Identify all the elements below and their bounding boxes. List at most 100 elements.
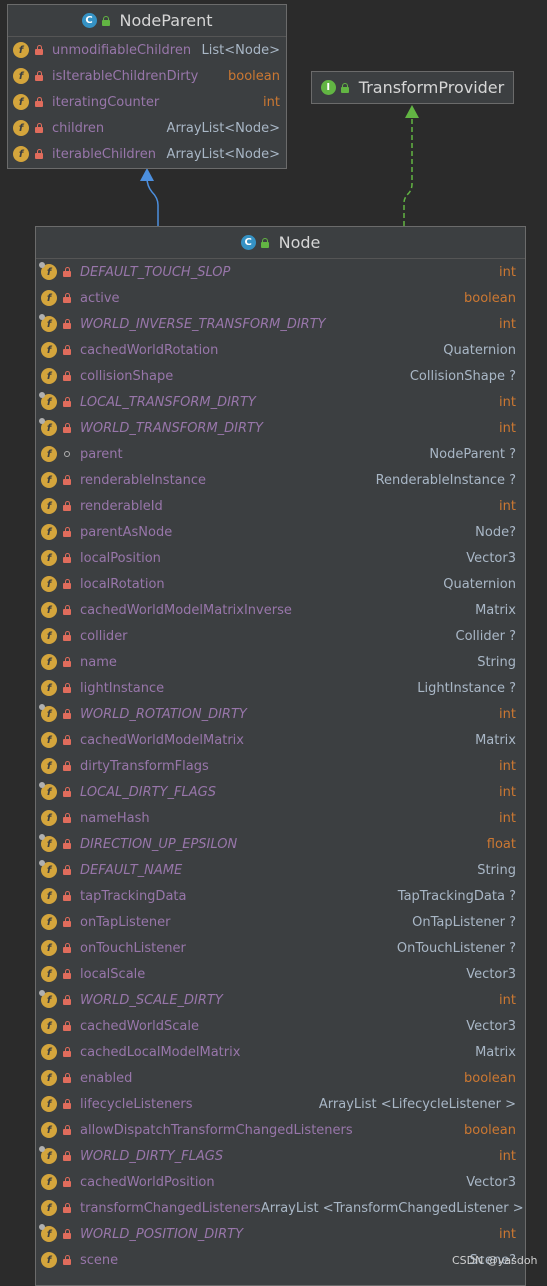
- field-name: allowDispatchTransformChangedListeners: [80, 1122, 353, 1138]
- public-visibility-icon: [340, 82, 349, 93]
- field-row[interactable]: f localScale Vector3: [41, 961, 516, 987]
- field-row[interactable]: f cachedWorldModelMatrixInverse Matrix: [41, 597, 516, 623]
- field-type: ArrayList <TransformChangedListener >: [260, 1200, 524, 1216]
- field-row[interactable]: f lightInstance LightInstance ?: [41, 675, 516, 701]
- field-row[interactable]: f onTouchListener OnTouchListener ?: [41, 935, 516, 961]
- field-type: int: [499, 498, 516, 514]
- node-class-box[interactable]: C Node f DEFAULT_TOUCH_SLOP int f active bool…: [35, 226, 526, 1286]
- private-lock-icon: [63, 813, 71, 823]
- field-name: DIRECTION_UP_EPSILON: [80, 836, 238, 852]
- field-row[interactable]: f LOCAL_TRANSFORM_DIRTY int: [39, 389, 516, 415]
- field-row[interactable]: f cachedWorldRotation Quaternion: [41, 337, 516, 363]
- field-row[interactable]: f parentAsNode Node?: [41, 519, 516, 545]
- field-name: unmodifiableChildren: [52, 42, 192, 58]
- field-row[interactable]: f renderableInstance RenderableInstance ?: [41, 467, 516, 493]
- field-row[interactable]: f collisionShape CollisionShape ?: [41, 363, 516, 389]
- field-type: int: [499, 810, 516, 826]
- field-row[interactable]: f isIterableChildrenDirty boolean: [13, 63, 280, 89]
- field-row[interactable]: f cachedWorldScale Vector3: [41, 1013, 516, 1039]
- private-lock-icon: [63, 553, 71, 563]
- field-row[interactable]: f cachedWorldPosition Vector3: [41, 1169, 516, 1195]
- field-row[interactable]: f active boolean: [41, 285, 516, 311]
- field-row[interactable]: f children ArrayList<Node>: [13, 115, 280, 141]
- field-row[interactable]: f enabled boolean: [41, 1065, 516, 1091]
- field-icon: f: [41, 550, 57, 566]
- field-row[interactable]: f unmodifiableChildren List<Node>: [13, 37, 280, 63]
- field-row[interactable]: f DIRECTION_UP_EPSILON float: [39, 831, 516, 857]
- field-type: Collider ?: [455, 628, 517, 644]
- field-row[interactable]: f DEFAULT_TOUCH_SLOP int: [39, 259, 516, 285]
- private-lock-icon: [63, 683, 71, 693]
- field-row[interactable]: f localRotation Quaternion: [41, 571, 516, 597]
- field-icon: f: [13, 146, 29, 162]
- private-lock-icon: [63, 423, 71, 433]
- field-row[interactable]: f iteratingCounter int: [13, 89, 280, 115]
- field-row[interactable]: f WORLD_ROTATION_DIRTY int: [39, 701, 516, 727]
- field-name: WORLD_POSITION_DIRTY: [80, 1226, 244, 1242]
- interface-icon: I: [320, 80, 336, 95]
- field-row[interactable]: f cachedLocalModelMatrix Matrix: [41, 1039, 516, 1065]
- field-type: Vector3: [466, 550, 516, 566]
- field-type: float: [486, 836, 516, 852]
- field-icon: f: [41, 472, 57, 488]
- field-icon: f: [39, 314, 57, 332]
- field-row[interactable]: f renderableId int: [41, 493, 516, 519]
- field-row[interactable]: f WORLD_DIRTY_FLAGS int: [39, 1143, 516, 1169]
- field-row[interactable]: f WORLD_INVERSE_TRANSFORM_DIRTY int: [39, 311, 516, 337]
- private-lock-icon: [63, 735, 71, 745]
- field-type: CollisionShape ?: [409, 368, 516, 384]
- pin-icon: [39, 1146, 45, 1152]
- field-icon: f: [13, 120, 29, 136]
- field-type: Quaternion: [443, 342, 516, 358]
- private-lock-icon: [63, 1099, 71, 1109]
- private-lock-icon: [63, 293, 71, 303]
- field-row[interactable]: f tapTrackingData TapTrackingData ?: [41, 883, 516, 909]
- field-icon: f: [13, 68, 29, 84]
- field-row[interactable]: f allowDispatchTransformChangedListeners b…: [41, 1117, 516, 1143]
- field-row[interactable]: f localPosition Vector3: [41, 545, 516, 571]
- field-type: int: [499, 758, 516, 774]
- field-icon: f: [41, 446, 57, 462]
- field-icon: f: [41, 914, 57, 930]
- field-name: lightInstance: [80, 680, 165, 696]
- field-icon: f: [41, 888, 57, 904]
- field-icon: f: [41, 342, 57, 358]
- field-name: isIterableChildrenDirty: [52, 68, 199, 84]
- implements-arrowhead: [405, 105, 419, 118]
- field-row[interactable]: f parent NodeParent ?: [41, 441, 516, 467]
- field-row[interactable]: f WORLD_TRANSFORM_DIRTY int: [39, 415, 516, 441]
- implements-line: [403, 118, 413, 226]
- private-lock-icon: [63, 657, 71, 667]
- private-lock-icon: [63, 943, 71, 953]
- field-row[interactable]: f iterableChildren ArrayList<Node>: [13, 141, 280, 167]
- field-row[interactable]: f DEFAULT_NAME String: [39, 857, 516, 883]
- field-row[interactable]: f scene Scene?: [41, 1247, 516, 1273]
- field-row[interactable]: f name String: [41, 649, 516, 675]
- field-type: Vector3: [466, 1018, 516, 1034]
- nodeparent-title: NodeParent: [119, 11, 213, 30]
- field-row[interactable]: f transformChangedListeners ArrayList <Tra…: [41, 1195, 524, 1221]
- field-row[interactable]: f lifecycleListeners ArrayList <LifecycleL…: [41, 1091, 516, 1117]
- private-lock-icon: [35, 149, 43, 159]
- field-row[interactable]: f dirtyTransformFlags int: [41, 753, 516, 779]
- private-lock-icon: [63, 267, 71, 277]
- field-type: Vector3: [466, 966, 516, 982]
- field-row[interactable]: f collider Collider ?: [41, 623, 516, 649]
- field-type: ArrayList<Node>: [166, 146, 280, 162]
- transformprovider-interface-box[interactable]: I TransformProvider: [311, 71, 514, 104]
- field-row[interactable]: f WORLD_POSITION_DIRTY int: [39, 1221, 516, 1247]
- nodeparent-class-box[interactable]: C NodeParent f unmodifiableChildren List<N…: [7, 4, 287, 169]
- pin-icon: [39, 392, 45, 398]
- field-row[interactable]: f cachedWorldModelMatrix Matrix: [41, 727, 516, 753]
- private-lock-icon: [63, 345, 71, 355]
- field-type: Vector3: [466, 1174, 516, 1190]
- field-icon: f: [39, 860, 57, 878]
- field-row[interactable]: f onTapListener OnTapListener ?: [41, 909, 516, 935]
- field-name: parentAsNode: [80, 524, 173, 540]
- field-row[interactable]: f LOCAL_DIRTY_FLAGS int: [39, 779, 516, 805]
- field-row[interactable]: f WORLD_SCALE_DIRTY int: [39, 987, 516, 1013]
- private-lock-icon: [63, 1255, 71, 1265]
- field-type: Matrix: [475, 732, 516, 748]
- field-icon: f: [39, 834, 57, 852]
- field-row[interactable]: f nameHash int: [41, 805, 516, 831]
